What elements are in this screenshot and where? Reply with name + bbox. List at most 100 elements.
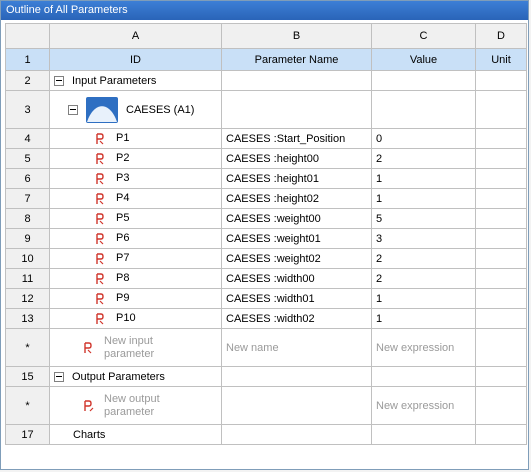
system-cell[interactable]: CAESES (A1): [49, 90, 222, 129]
parameter-value-cell[interactable]: 1: [371, 168, 476, 189]
parameter-unit-cell[interactable]: [475, 268, 527, 289]
parameter-unit-cell[interactable]: [475, 188, 527, 209]
parameter-value-cell[interactable]: 1: [371, 288, 476, 309]
output-parameters-row[interactable]: 15 Output Parameters: [5, 366, 527, 387]
new-input-cell[interactable]: New input parameter: [49, 328, 222, 367]
parameter-id-cell[interactable]: P1: [49, 128, 222, 149]
parameter-id-cell[interactable]: P2: [49, 148, 222, 169]
parameter-row[interactable]: 9 P6 CAESES :weight01 3: [5, 228, 527, 249]
parameter-id-cell[interactable]: P5: [49, 208, 222, 229]
output-parameters-cell[interactable]: Output Parameters: [49, 366, 222, 387]
parameter-value-cell[interactable]: 2: [371, 248, 476, 269]
row-number[interactable]: *: [5, 328, 50, 367]
parameter-unit-cell[interactable]: [475, 208, 527, 229]
collapse-icon[interactable]: [54, 75, 64, 86]
parameter-unit-cell[interactable]: [475, 288, 527, 309]
parameter-value-cell[interactable]: 3: [371, 228, 476, 249]
row-number[interactable]: 10: [5, 248, 50, 269]
parameter-id: P3: [116, 172, 130, 185]
row-number[interactable]: 2: [5, 70, 50, 91]
new-output-cell[interactable]: New output parameter: [49, 386, 222, 425]
new-input-row[interactable]: * New input parameter New name New expres…: [5, 328, 527, 367]
parameter-name-cell[interactable]: CAESES :weight01: [221, 228, 372, 249]
new-output-row[interactable]: * New output parameter New expression: [5, 386, 527, 425]
column-b-header[interactable]: B: [221, 23, 372, 49]
parameter-unit-cell[interactable]: [475, 228, 527, 249]
parameter-id-cell[interactable]: P10: [49, 308, 222, 329]
parameter-name-cell[interactable]: CAESES :weight00: [221, 208, 372, 229]
row-number[interactable]: 13: [5, 308, 50, 329]
charts-row[interactable]: 17 Charts: [5, 424, 527, 445]
parameter-unit-cell[interactable]: [475, 148, 527, 169]
parameter-value-cell[interactable]: 0: [371, 128, 476, 149]
parameter-row[interactable]: 13 P10 CAESES :width02 1: [5, 308, 527, 329]
new-output-expression-cell[interactable]: New expression: [371, 386, 476, 425]
parameter-name-cell[interactable]: CAESES :height00: [221, 148, 372, 169]
row-number[interactable]: 15: [5, 366, 50, 387]
collapse-icon[interactable]: [68, 104, 78, 115]
parameter-name-cell[interactable]: CAESES :width00: [221, 268, 372, 289]
row-number[interactable]: *: [5, 386, 50, 425]
parameter-id: P9: [116, 292, 130, 305]
parameter-unit-cell[interactable]: [475, 128, 527, 149]
parameter-value-cell[interactable]: 5: [371, 208, 476, 229]
parameter-row[interactable]: 12 P9 CAESES :width01 1: [5, 288, 527, 309]
parameter-row[interactable]: 8 P5 CAESES :weight00 5: [5, 208, 527, 229]
row-number[interactable]: 8: [5, 208, 50, 229]
value-header[interactable]: Value: [371, 48, 476, 71]
row-number[interactable]: 4: [5, 128, 50, 149]
parameter-value-cell[interactable]: 1: [371, 188, 476, 209]
column-c-header[interactable]: C: [371, 23, 476, 49]
charts-cell[interactable]: Charts: [49, 424, 222, 445]
parameter-id-cell[interactable]: P6: [49, 228, 222, 249]
empty-cell: [371, 70, 476, 91]
parameter-value-cell[interactable]: 2: [371, 148, 476, 169]
parameter-row[interactable]: 10 P7 CAESES :weight02 2: [5, 248, 527, 269]
row-number[interactable]: 7: [5, 188, 50, 209]
column-a-header[interactable]: A: [49, 23, 222, 49]
parameter-id-cell[interactable]: P9: [49, 288, 222, 309]
parameter-row[interactable]: 7 P4 CAESES :height02 1: [5, 188, 527, 209]
parameter-row[interactable]: 5 P2 CAESES :height00 2: [5, 148, 527, 169]
parameter-name-cell[interactable]: CAESES :Start_Position: [221, 128, 372, 149]
parameter-name-cell[interactable]: CAESES :height02: [221, 188, 372, 209]
column-d-header[interactable]: D: [475, 23, 527, 49]
parameter-value-cell[interactable]: 1: [371, 308, 476, 329]
parameter-id-cell[interactable]: P4: [49, 188, 222, 209]
row-number[interactable]: 6: [5, 168, 50, 189]
row-number[interactable]: 1: [5, 48, 50, 71]
parameter-id-cell[interactable]: P8: [49, 268, 222, 289]
row-number[interactable]: 3: [5, 90, 50, 129]
parameter-name-cell[interactable]: CAESES :width02: [221, 308, 372, 329]
system-row[interactable]: 3 CAESES (A1): [5, 90, 527, 129]
parameter-id-cell[interactable]: P7: [49, 248, 222, 269]
input-parameters-row[interactable]: 2 Input Parameters: [5, 70, 527, 91]
row-number[interactable]: 17: [5, 424, 50, 445]
parameter-row[interactable]: 4 P1 CAESES :Start_Position 0: [5, 128, 527, 149]
empty-cell: [221, 70, 372, 91]
id-header[interactable]: ID: [49, 48, 222, 71]
row-number[interactable]: 11: [5, 268, 50, 289]
parameter-unit-cell[interactable]: [475, 308, 527, 329]
parameter-name-cell[interactable]: CAESES :width01: [221, 288, 372, 309]
row-number[interactable]: 9: [5, 228, 50, 249]
input-parameter-icon: [96, 212, 104, 224]
parameter-id-cell[interactable]: P3: [49, 168, 222, 189]
input-parameter-icon: [96, 132, 104, 144]
parameter-name-cell[interactable]: CAESES :height01: [221, 168, 372, 189]
parameter-row[interactable]: 11 P8 CAESES :width00 2: [5, 268, 527, 289]
unit-header[interactable]: Unit: [475, 48, 527, 71]
input-parameter-icon: [84, 341, 92, 353]
input-parameters-cell[interactable]: Input Parameters: [49, 70, 222, 91]
row-number[interactable]: 12: [5, 288, 50, 309]
parameter-value-cell[interactable]: 2: [371, 268, 476, 289]
parameter-name-cell[interactable]: CAESES :weight02: [221, 248, 372, 269]
new-name-cell[interactable]: New name: [221, 328, 372, 367]
parameter-name-header[interactable]: Parameter Name: [221, 48, 372, 71]
row-number[interactable]: 5: [5, 148, 50, 169]
parameter-unit-cell[interactable]: [475, 168, 527, 189]
parameter-unit-cell[interactable]: [475, 248, 527, 269]
collapse-icon[interactable]: [54, 371, 64, 382]
new-expression-cell[interactable]: New expression: [371, 328, 476, 367]
parameter-row[interactable]: 6 P3 CAESES :height01 1: [5, 168, 527, 189]
